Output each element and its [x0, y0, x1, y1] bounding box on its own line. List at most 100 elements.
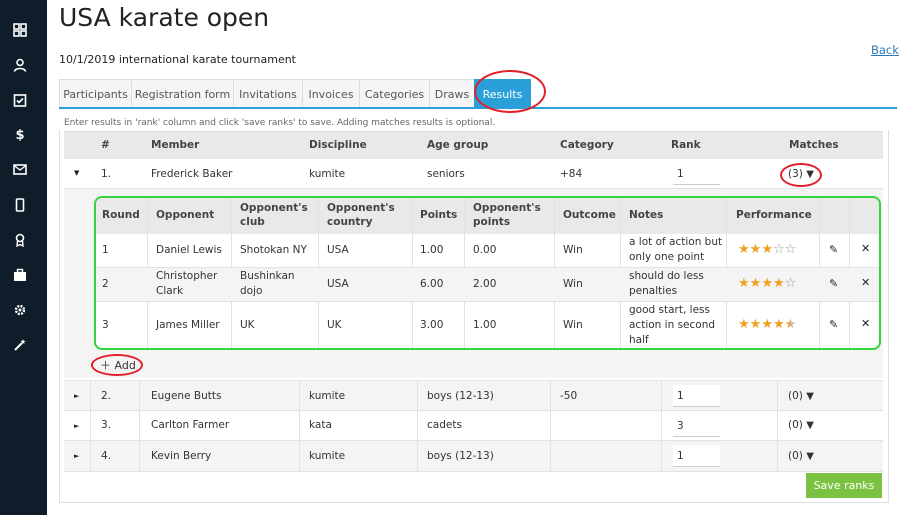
- expand-caret-icon[interactable]: ►: [74, 452, 79, 460]
- settings-icon[interactable]: [12, 302, 28, 318]
- back-link[interactable]: Back: [871, 43, 899, 57]
- collapse-caret-icon[interactable]: ▼: [74, 169, 79, 177]
- tab-categories[interactable]: Categories: [359, 79, 430, 108]
- delete-icon[interactable]: ✕: [861, 242, 870, 255]
- match-opponent-country: USA: [327, 278, 349, 290]
- table-row: ▼ 1. Frederick Baker kumite seniors +84 …: [64, 159, 883, 189]
- performance-rating[interactable]: ★★★★☆: [738, 276, 796, 291]
- tab-draws[interactable]: Draws: [429, 79, 475, 108]
- star-empty-icon[interactable]: ☆: [785, 276, 797, 291]
- header-opponent-country-line1: Opponent's: [327, 202, 395, 214]
- save-ranks-button[interactable]: Save ranks: [806, 473, 882, 498]
- row-age-group: boys (12-13): [427, 450, 494, 462]
- match-opponent-country: UK: [327, 319, 342, 331]
- expand-caret-icon[interactable]: ►: [74, 422, 79, 430]
- matches-toggle[interactable]: (3) ▼: [788, 168, 814, 180]
- star-empty-icon[interactable]: ☆: [785, 242, 797, 257]
- column-divider: [299, 411, 300, 441]
- edit-pencil-icon[interactable]: ✎: [829, 277, 838, 290]
- match-row: 3 James Miller UK UK 3.00 1.00 Win good …: [96, 302, 879, 348]
- star-full-icon[interactable]: ★: [773, 276, 785, 291]
- dropdown-arrow-icon: ▼: [806, 169, 814, 180]
- row-number: 4.: [101, 450, 112, 462]
- dashboard-icon[interactable]: [12, 22, 28, 38]
- header-performance: Performance: [736, 209, 812, 221]
- matches-toggle[interactable]: (0) ▼: [788, 450, 814, 462]
- match-row: 2 Christopher Clark Bushinkan dojo USA 6…: [96, 268, 879, 302]
- star-full-icon[interactable]: ★: [750, 276, 762, 291]
- tab-participants[interactable]: Participants: [59, 79, 132, 108]
- star-full-icon[interactable]: ★: [738, 317, 750, 332]
- tab-registration-form[interactable]: Registration form: [131, 79, 234, 108]
- rank-input[interactable]: [673, 385, 720, 407]
- column-divider: [299, 381, 300, 411]
- add-label: Add: [114, 359, 136, 372]
- add-match-button[interactable]: ＋ Add: [100, 357, 136, 373]
- column-divider: [299, 441, 300, 471]
- match-opponent-points: 1.00: [473, 319, 497, 331]
- star-full-icon[interactable]: ★: [750, 242, 762, 257]
- column-divider: [90, 381, 91, 411]
- instructions-text: Enter results in 'rank' column and click…: [64, 118, 496, 128]
- star-empty-icon[interactable]: ☆: [773, 242, 785, 257]
- table-row: ► 2. Eugene Butts kumite boys (12-13) -5…: [64, 380, 883, 411]
- column-divider: [777, 441, 778, 471]
- user-icon[interactable]: [12, 57, 28, 73]
- header-matches: Matches: [789, 139, 839, 151]
- tab-results[interactable]: Results: [474, 79, 531, 108]
- column-divider: [550, 411, 551, 441]
- briefcase-icon[interactable]: [12, 267, 28, 283]
- column-divider: [661, 381, 662, 411]
- match-opponent-club-line2: dojo: [240, 285, 263, 297]
- magic-wand-icon[interactable]: [12, 337, 28, 353]
- star-full-icon[interactable]: ★: [761, 317, 773, 332]
- row-number: 1.: [101, 168, 112, 180]
- column-divider: [139, 441, 140, 471]
- rank-input[interactable]: [673, 163, 720, 185]
- row-age-group: cadets: [427, 419, 462, 431]
- delete-icon[interactable]: ✕: [861, 276, 870, 289]
- delete-icon[interactable]: ✕: [861, 317, 870, 330]
- tab-invoices[interactable]: Invoices: [302, 79, 360, 108]
- matches-table: Round Opponent Opponent's club Opponent'…: [94, 196, 881, 350]
- edit-pencil-icon[interactable]: ✎: [829, 318, 838, 331]
- match-notes-line1: a lot of action but: [629, 236, 723, 248]
- calendar-check-icon[interactable]: [12, 92, 28, 108]
- rank-input[interactable]: [673, 415, 720, 437]
- dollar-icon[interactable]: $: [12, 126, 28, 142]
- matches-toggle[interactable]: (0) ▼: [788, 419, 814, 431]
- star-full-icon[interactable]: ★: [761, 242, 773, 257]
- match-opponent-country: USA: [327, 244, 349, 256]
- row-number: 2.: [101, 390, 112, 402]
- header-notes: Notes: [629, 209, 664, 221]
- column-divider: [90, 441, 91, 471]
- star-full-icon[interactable]: ★: [750, 317, 762, 332]
- rank-input[interactable]: [673, 445, 720, 467]
- award-icon[interactable]: [12, 232, 28, 248]
- star-full-icon[interactable]: ★: [738, 242, 750, 257]
- expand-caret-icon[interactable]: ►: [74, 392, 79, 400]
- star-half-icon[interactable]: ★: [785, 317, 797, 332]
- column-divider: [550, 381, 551, 411]
- performance-rating[interactable]: ★★★☆☆: [738, 242, 796, 257]
- matches-table-header: Round Opponent Opponent's club Opponent'…: [96, 198, 879, 234]
- row-member: Eugene Butts: [151, 390, 222, 402]
- performance-rating[interactable]: ★★★★★: [738, 317, 796, 332]
- matches-count: (3): [788, 168, 803, 180]
- row-discipline: kumite: [309, 168, 346, 180]
- dropdown-arrow-icon: ▼: [806, 391, 814, 402]
- matches-toggle[interactable]: (0) ▼: [788, 390, 814, 402]
- row-discipline: kata: [309, 419, 332, 431]
- edit-pencil-icon[interactable]: ✎: [829, 243, 838, 256]
- tab-invitations[interactable]: Invitations: [233, 79, 303, 108]
- match-outcome: Win: [563, 244, 583, 256]
- star-full-icon[interactable]: ★: [738, 276, 750, 291]
- match-row: 1 Daniel Lewis Shotokan NY USA 1.00 0.00…: [96, 234, 879, 268]
- star-full-icon[interactable]: ★: [773, 317, 785, 332]
- mobile-icon[interactable]: [12, 197, 28, 213]
- match-outcome: Win: [563, 319, 583, 331]
- star-full-icon[interactable]: ★: [761, 276, 773, 291]
- column-divider: [777, 381, 778, 411]
- mail-icon[interactable]: [12, 161, 28, 177]
- match-notes-line1: good start, less: [629, 304, 710, 316]
